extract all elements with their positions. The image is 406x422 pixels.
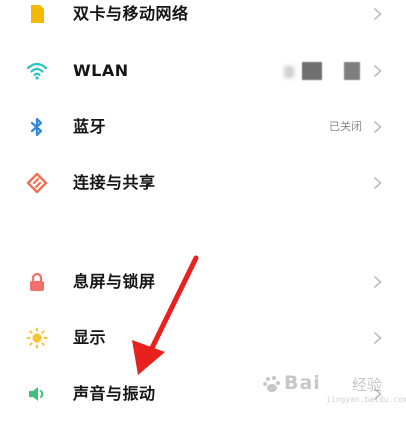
chevron-right-icon <box>373 176 382 190</box>
watermark-sub: 经验 <box>352 376 383 394</box>
paw-logo-icon <box>263 376 280 392</box>
bluetooth-icon <box>30 117 43 137</box>
settings-item-label: 蓝牙 <box>73 117 107 136</box>
speaker-icon <box>29 387 44 401</box>
settings-item-label: 双卡与移动网络 <box>73 4 189 23</box>
settings-item-wlan[interactable]: WLAN <box>0 43 406 99</box>
settings-item-display[interactable]: 显示 <box>0 310 406 366</box>
chevron-right-icon <box>373 331 382 345</box>
chevron-right-icon <box>373 64 382 78</box>
bluetooth-status: 已关闭 <box>329 120 362 133</box>
settings-item-lock-screen[interactable]: 息屏与锁屏 <box>0 254 406 310</box>
blurred-network-name <box>344 62 360 80</box>
settings-item-bluetooth[interactable]: 蓝牙 已关闭 <box>0 99 406 155</box>
lock-icon <box>30 272 44 291</box>
wifi-icon <box>26 62 48 80</box>
blurred-network-name <box>302 62 322 80</box>
baidu-watermark: Bai 经验 jingyan.baidu.com <box>262 362 406 408</box>
blurred-network-name <box>284 66 294 78</box>
chevron-right-icon <box>373 275 382 289</box>
watermark-brand: Bai <box>284 372 321 394</box>
sim-card-icon <box>31 5 44 23</box>
settings-item-label: 显示 <box>73 328 107 347</box>
settings-item-sim-mobile-network[interactable]: 双卡与移动网络 <box>0 0 406 42</box>
settings-item-label: WLAN <box>73 61 129 80</box>
sun-icon <box>26 327 48 349</box>
chevron-right-icon <box>373 120 382 134</box>
settings-item-connection-sharing[interactable]: 连接与共享 <box>0 155 406 211</box>
watermark-url: jingyan.baidu.com <box>326 395 406 404</box>
share-connection-icon <box>26 172 48 194</box>
settings-list: 双卡与移动网络 WLAN 蓝牙 已关闭 连接与共享 息屏与锁屏 显示 声音与振动 <box>0 0 406 413</box>
settings-item-label: 声音与振动 <box>73 384 156 403</box>
settings-item-label: 连接与共享 <box>73 173 156 192</box>
settings-item-label: 息屏与锁屏 <box>73 272 156 291</box>
chevron-right-icon <box>373 7 382 21</box>
